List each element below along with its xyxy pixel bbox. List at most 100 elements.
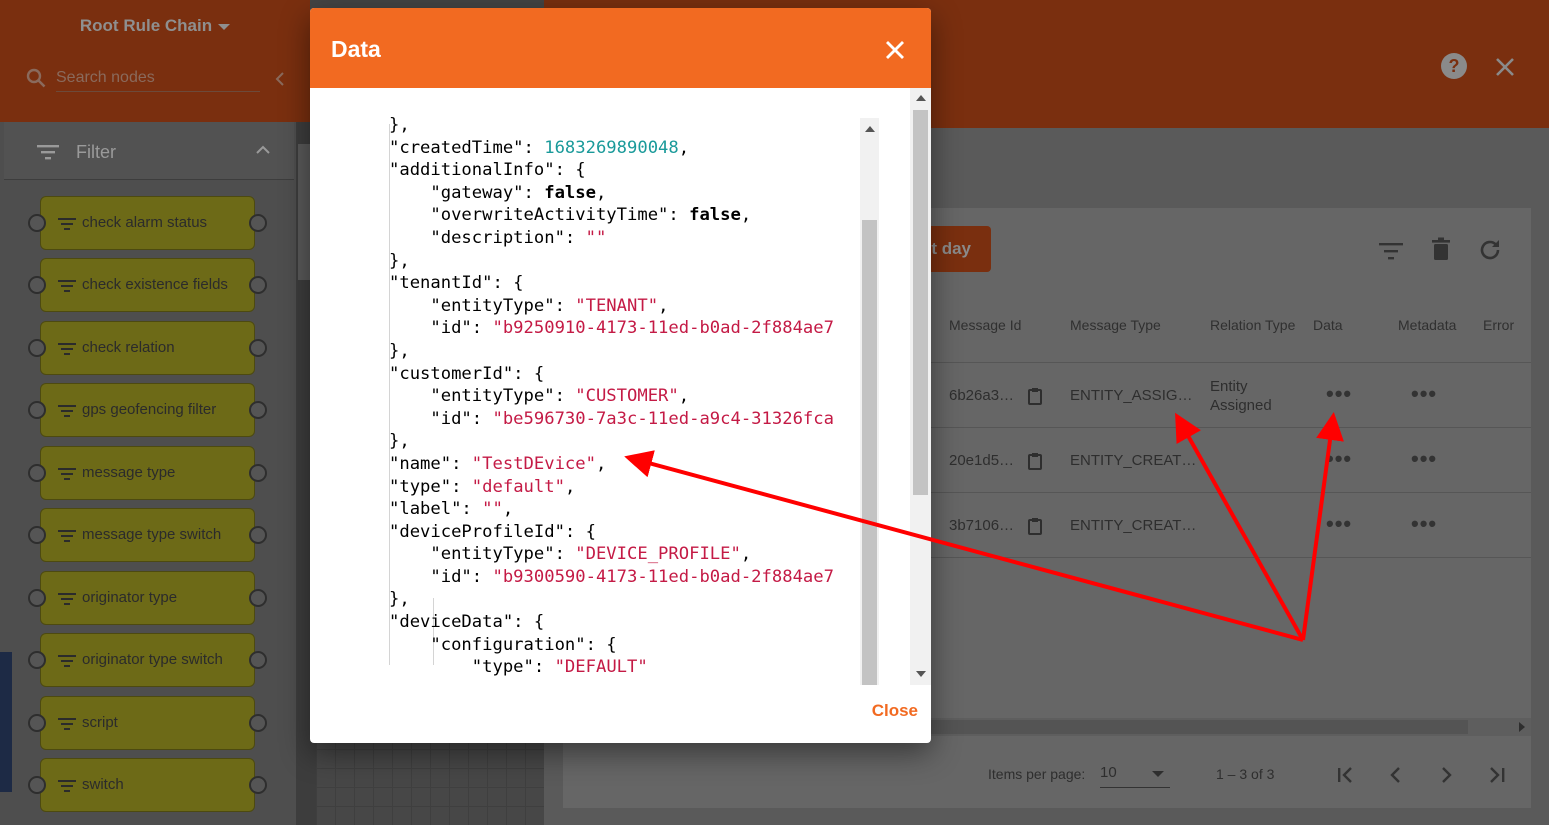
rule-node-message-type-switch[interactable]: message type switch [28,508,267,562]
scrollbar-thumb[interactable] [913,110,928,495]
filter-icon [58,593,76,605]
json-line: "description": "" [389,227,834,250]
output-port[interactable] [249,526,267,544]
filter-list-icon[interactable] [1378,238,1404,264]
output-port[interactable] [249,714,267,732]
rule-node-gps-geofencing-filter[interactable]: gps geofencing filter [28,383,267,437]
close-button[interactable]: Close [838,698,918,724]
output-port[interactable] [249,339,267,357]
rule-node-label: originator type switch [82,651,223,668]
rule-chain-selector[interactable]: Root Rule Chain [0,16,310,36]
json-token: }, [389,431,410,452]
column-header-error[interactable]: Error [1483,317,1514,333]
json-line: "id": "b9300590-4173-11ed-b0ad-2f884ae7 [389,566,834,589]
column-header-message-id[interactable]: Message Id [949,317,1021,333]
message-type-cell: ENTITY_CREAT… [1070,517,1197,534]
input-port[interactable] [28,776,46,794]
json-token: "b9300590-4173-11ed-b0ad-2f884ae7 [492,566,834,587]
rule-node-script[interactable]: script [28,696,267,750]
json-line: }, [389,340,834,363]
json-token: }, [389,589,410,610]
column-header-message-type[interactable]: Message Type [1070,317,1161,333]
scrollbar-thumb[interactable] [930,720,1468,734]
column-header-data[interactable]: Data [1313,317,1343,333]
json-line: }, [389,430,834,453]
items-per-page-select[interactable]: 10 [1100,764,1170,788]
input-port[interactable] [28,464,46,482]
scroll-up-arrow-icon[interactable] [865,126,875,132]
json-token: }, [389,340,410,361]
view-metadata-button[interactable]: ••• [1411,446,1437,472]
help-icon[interactable]: ? [1440,52,1468,80]
chevron-up-icon[interactable] [254,142,272,156]
view-metadata-button[interactable]: ••• [1411,381,1437,407]
clipboard-icon[interactable] [1028,452,1042,470]
json-line: "type": "DEFAULT" [389,656,834,679]
rule-node-check-alarm-status[interactable]: check alarm status [28,196,267,250]
json-token: "CUSTOMER" [575,386,679,407]
json-token: "createdTime": [389,137,545,158]
input-port[interactable] [28,714,46,732]
json-token: }, [389,115,410,135]
clipboard-icon[interactable] [1028,517,1042,535]
view-metadata-button[interactable]: ••• [1411,511,1437,537]
input-port[interactable] [28,589,46,607]
input-port[interactable] [28,214,46,232]
output-port[interactable] [249,651,267,669]
dialog-scrollbar[interactable] [910,88,931,685]
output-port[interactable] [249,401,267,419]
column-header-relation-type[interactable]: Relation Type [1210,317,1295,333]
filter-icon [58,343,76,355]
scroll-right-arrow-icon[interactable] [1519,722,1525,732]
search-nodes-input[interactable] [56,64,260,92]
clipboard-icon[interactable] [1028,387,1042,405]
previous-page-icon[interactable] [1384,764,1408,786]
table-horizontal-scrollbar[interactable] [930,718,1531,736]
view-data-button[interactable]: ••• [1326,381,1352,407]
output-port[interactable] [249,464,267,482]
json-token: "tenantId": { [389,273,524,294]
scrollbar-thumb[interactable] [298,144,310,280]
chevron-left-icon[interactable] [272,70,288,88]
output-port[interactable] [249,214,267,232]
view-data-button[interactable]: ••• [1326,511,1352,537]
view-data-button[interactable]: ••• [1326,446,1352,472]
json-token: "TestDEvice" [471,453,596,474]
output-port[interactable] [249,589,267,607]
delete-icon[interactable] [1428,236,1454,262]
column-header-metadata[interactable]: Metadata [1398,317,1456,333]
input-port[interactable] [28,651,46,669]
filter-section-header[interactable]: Filter [4,122,294,180]
caret-down-icon [1152,771,1164,777]
json-line: }, [389,588,834,611]
input-port[interactable] [28,276,46,294]
scrollbar-thumb[interactable] [862,220,877,685]
scroll-down-arrow-icon[interactable] [916,671,926,677]
next-page-icon[interactable] [1434,764,1458,786]
rule-node-label: message type switch [82,526,222,543]
scroll-up-arrow-icon[interactable] [916,95,926,101]
rule-node-originator-type[interactable]: originator type [28,571,267,625]
rule-node-check-relation[interactable]: check relation [28,321,267,375]
refresh-icon[interactable] [1477,237,1503,263]
json-token: "deviceData": { [389,612,545,633]
input-port[interactable] [28,401,46,419]
rule-node-check-existence-fields[interactable]: check existence fields [28,258,267,312]
rule-node-originator-type-switch[interactable]: originator type switch [28,633,267,687]
json-token: , [740,205,752,226]
close-icon[interactable] [1494,56,1516,78]
close-icon[interactable] [884,39,906,61]
input-port[interactable] [28,339,46,357]
output-port[interactable] [249,276,267,294]
json-viewer-scrollbar[interactable] [860,118,879,685]
output-port[interactable] [249,776,267,794]
first-page-icon[interactable] [1334,764,1358,786]
json-token: , [678,137,690,158]
input-port[interactable] [28,526,46,544]
json-line: "type": "default", [389,476,834,499]
json-viewer[interactable]: }, "createdTime": 1683269890048, "addition… [310,88,910,685]
filter-icon [58,655,76,667]
rule-node-message-type[interactable]: message type [28,446,267,500]
last-page-icon[interactable] [1484,764,1508,786]
rule-node-switch[interactable]: switch [28,758,267,812]
